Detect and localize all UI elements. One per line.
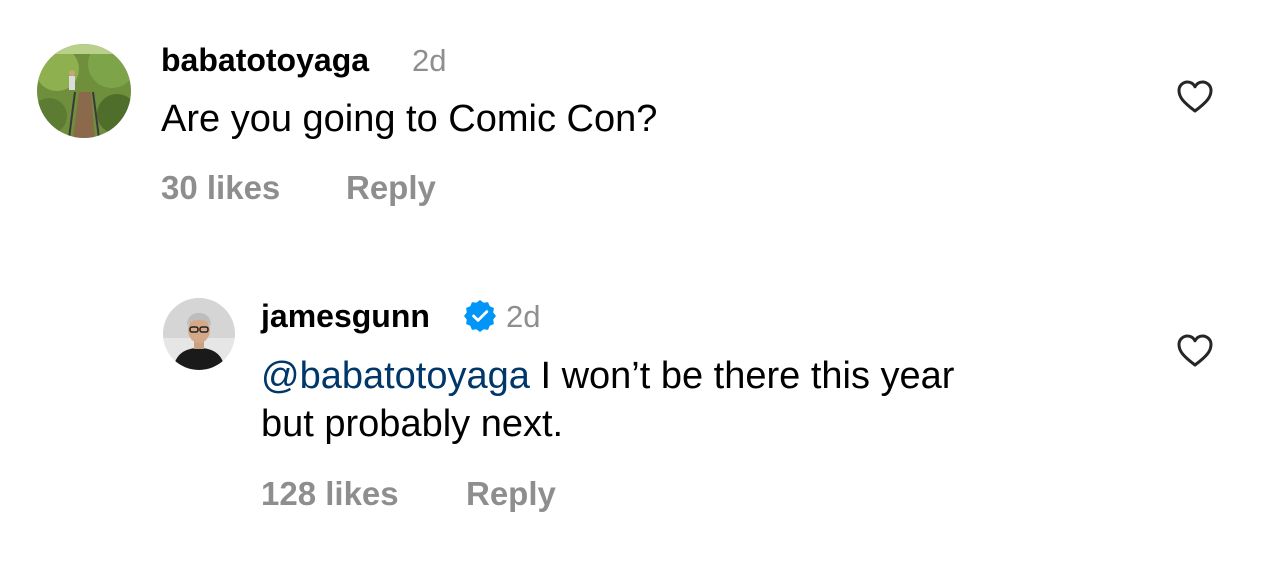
comment-text-line-1: I won’t be there this year — [529, 355, 955, 397]
comment-timestamp: 2d — [506, 299, 541, 334]
like-count[interactable]: 30 likes — [161, 168, 280, 208]
comment-username[interactable]: jamesgunn — [261, 298, 430, 334]
mention-link[interactable]: @babatotoyaga — [261, 355, 530, 397]
heart-outline-icon[interactable] — [1177, 80, 1213, 114]
comment-text: @babatotoyaga I won’t be there this year… — [261, 352, 1141, 448]
comment-username[interactable]: babatotoyaga — [161, 42, 369, 78]
like-count[interactable]: 128 likes — [261, 474, 399, 514]
avatar[interactable] — [163, 298, 235, 370]
heart-outline-icon[interactable] — [1177, 334, 1213, 368]
reply-button[interactable]: Reply — [346, 168, 436, 208]
reply-button[interactable]: Reply — [466, 474, 556, 514]
comment-text: Are you going to Comic Con? — [161, 98, 658, 140]
comment-text-line-2: but probably next. — [261, 403, 564, 445]
comment-timestamp: 2d — [412, 43, 447, 78]
verified-badge-icon — [464, 300, 496, 332]
avatar[interactable] — [37, 44, 131, 138]
